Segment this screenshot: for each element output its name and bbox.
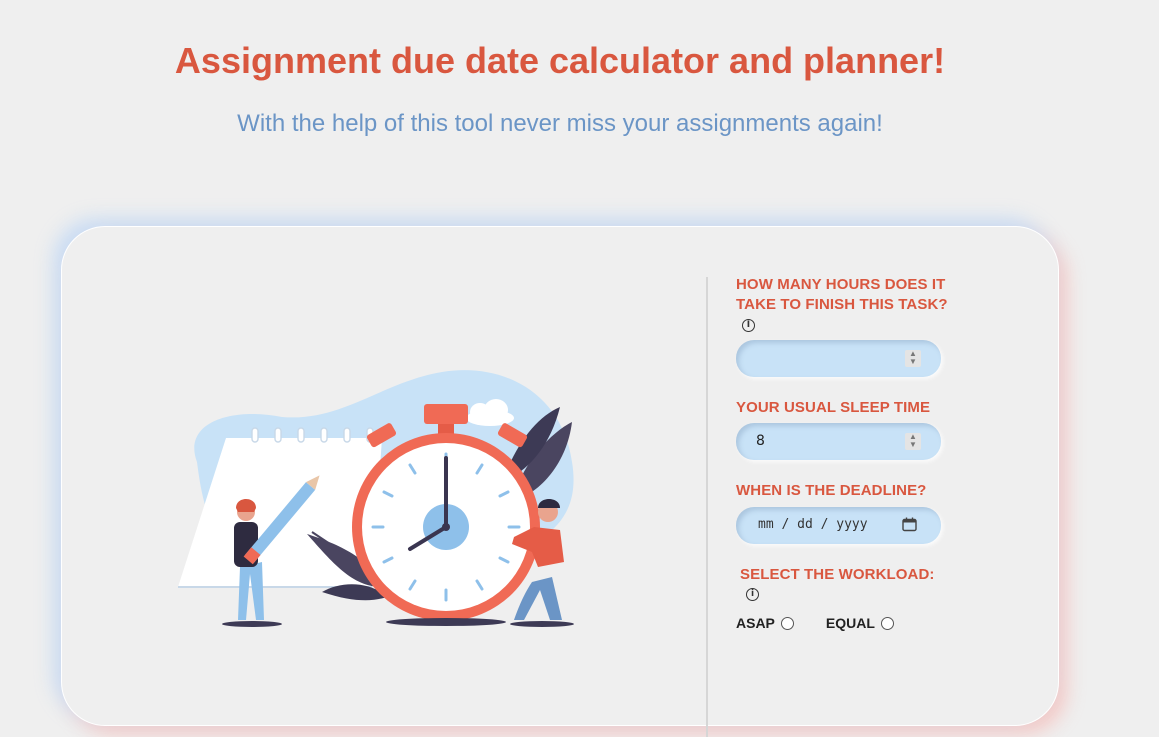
clock-illustration <box>178 370 574 627</box>
asap-radio[interactable] <box>780 617 794 630</box>
vertical-divider <box>706 277 708 737</box>
calculator-card: HOW MANY HOURS DOES IT TAKE TO FINISH TH… <box>61 226 1059 737</box>
deadline-label: WHEN IS THE DEADLINE? <box>736 482 927 499</box>
hours-label-text: HOW MANY HOURS DOES IT TAKE TO FINISH TH… <box>736 276 948 313</box>
workload-label: SELECT THE WORKLOAD: <box>740 565 935 583</box>
task-form: HOW MANY HOURS DOES IT TAKE TO FINISH TH… <box>736 275 966 654</box>
sleep-group: YOUR USUAL SLEEP TIME 8 ▲ ▼ <box>736 398 966 460</box>
hours-group: HOW MANY HOURS DOES IT TAKE TO FINISH TH… <box>736 275 966 377</box>
workload-radios: ASAP EQUAL <box>736 615 966 633</box>
info-icon[interactable]: i <box>746 588 759 601</box>
hours-input[interactable]: ▲ ▼ <box>736 339 941 377</box>
spinner-arrows-icon[interactable]: ▲ ▼ <box>905 433 921 450</box>
sleep-value: 8 <box>756 433 765 449</box>
equal-radio[interactable] <box>880 617 894 630</box>
radio-label: ASAP <box>736 615 775 631</box>
hours-label: HOW MANY HOURS DOES IT TAKE TO FINISH TH… <box>736 275 966 334</box>
info-icon[interactable]: i <box>742 319 755 332</box>
workload-option-asap[interactable]: ASAP <box>736 615 794 633</box>
deadline-group: WHEN IS THE DEADLINE? mm / dd / yyyy <box>736 481 966 544</box>
page-subtitle: With the help of this tool never miss yo… <box>237 110 883 137</box>
radio-label: EQUAL <box>825 615 875 631</box>
sleep-label: YOUR USUAL SLEEP TIME <box>736 398 931 416</box>
spinner-arrows-icon[interactable]: ▲ ▼ <box>905 349 921 367</box>
workload-group: SELECT THE WORKLOAD: i ASAP EQUAL <box>736 565 966 634</box>
sleep-input[interactable]: 8 ▲ ▼ <box>736 423 941 460</box>
deadline-input[interactable]: mm / dd / yyyy <box>736 506 941 544</box>
deadline-placeholder: mm / dd / yyyy <box>758 516 868 532</box>
workload-option-equal[interactable]: EQUAL <box>826 615 894 633</box>
page-title: Assignment due date calculator and plann… <box>174 40 946 81</box>
calendar-icon[interactable] <box>902 517 917 532</box>
